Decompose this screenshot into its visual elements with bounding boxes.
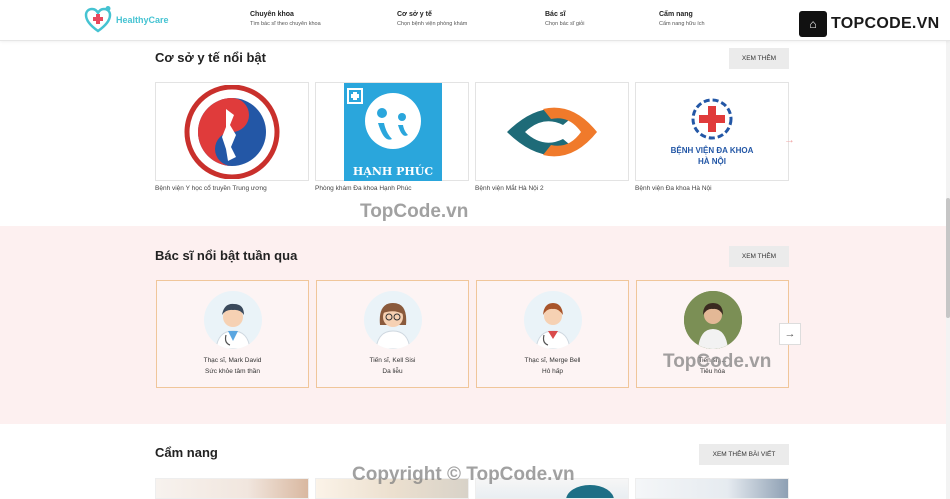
logo-text: HealthyCare: [116, 15, 169, 25]
doctor-card-2[interactable]: Tiến sĩ, Kell Sisi Da liễu: [316, 280, 469, 388]
doctor-card-3[interactable]: Thạc sĩ, Merge Bell Hô hấp: [476, 280, 629, 388]
logo[interactable]: HealthyCare: [83, 4, 169, 36]
heart-stethoscope-icon: [84, 6, 112, 33]
doctor-name-2: Tiến sĩ, Kell Sisi: [369, 357, 416, 364]
hanh-phuc-clinic-logo: HẠNH PHÚC: [344, 83, 442, 181]
handbook-thumbnail-4[interactable]: [635, 478, 789, 499]
facility-name-3[interactable]: Bệnh viện Mắt Hà Nội 2: [475, 185, 544, 192]
topcode-logo-icon: ⌂: [799, 11, 827, 37]
doctors-more-button[interactable]: XEM THÊM: [729, 246, 789, 267]
doctor-avatar-1: [204, 291, 262, 349]
facility-name-1[interactable]: Bệnh viện Y học cổ truyền Trung ương: [155, 185, 267, 192]
doctor-card-1[interactable]: Thạc sĩ, Mark David Sức khỏe tâm thần: [156, 280, 309, 388]
doctor-specialty-3: Hô hấp: [542, 368, 563, 375]
doctor-name-1: Thạc sĩ, Mark David: [203, 357, 262, 364]
topcode-brand: ⌂ TOPCODE.VN: [799, 11, 940, 37]
facility-card-3[interactable]: [475, 82, 629, 181]
handbook-thumbnail-3-shape: [566, 485, 614, 498]
nav-handbook[interactable]: Cẩm nang Cẩm nang hữu ích: [659, 11, 705, 27]
handbook-title: Cẩm nang: [155, 445, 218, 460]
handbook-thumbnail-1[interactable]: [155, 478, 309, 499]
facility-card-4[interactable]: BỆNH VIỆN ĐA KHOA HÀ NỘI: [635, 82, 789, 181]
facility-card-2[interactable]: HẠNH PHÚC: [315, 82, 469, 181]
family-icon: [347, 88, 421, 149]
doctor-avatar-4: [684, 291, 742, 349]
facility-name-4[interactable]: Bệnh viện Đa khoa Hà Nội: [635, 185, 712, 192]
eye-hospital-logo: [507, 107, 597, 156]
facilities-title: Cơ sở y tế nổi bật: [155, 50, 266, 65]
facilities-section: Cơ sở y tế nổi bật XEM THÊM Bệnh viện Y …: [0, 40, 946, 226]
handbook-section: Cẩm nang XEM THÊM BÀI VIẾT: [0, 424, 946, 499]
nav-handbook-title: Cẩm nang: [659, 11, 693, 18]
nav-doctors[interactable]: Bác sĩ Chọn bác sĩ giỏi: [545, 11, 584, 27]
nav-specialty-subtitle: Tìm bác sĩ theo chuyên khoa: [250, 21, 321, 27]
facility-card-1[interactable]: [155, 82, 309, 181]
facilities-next-arrow[interactable]: →: [784, 134, 795, 146]
nav-doctors-title: Bác sĩ: [545, 11, 566, 18]
doctor-name-3: Thạc sĩ, Merge Bell: [524, 357, 581, 364]
traditional-medicine-hospital-logo: [184, 84, 280, 179]
watermark-mid-1: TopCode.vn: [360, 201, 469, 222]
nav-facilities-subtitle: Chọn bệnh viện phòng khám: [397, 21, 468, 27]
nav-doctors-subtitle: Chọn bác sĩ giỏi: [545, 21, 585, 27]
hanoi-hospital-logo-text: BỆNH VIỆN ĐA KHOA HÀ NỘI: [670, 145, 754, 166]
hanh-phuc-logo-text: HẠNH PHÚC: [352, 165, 434, 178]
nav-handbook-subtitle: Cẩm nang hữu ích: [659, 21, 705, 27]
hanoi-general-hospital-logo: [691, 98, 733, 139]
doctor-specialty-2: Da liễu: [382, 368, 403, 375]
watermark-bottom: Copyright © TopCode.vn: [352, 464, 575, 485]
handbook-more-button[interactable]: XEM THÊM BÀI VIẾT: [699, 444, 789, 465]
topcode-brand-text: TOPCODE.VN: [831, 15, 940, 32]
nav-facilities-title: Cơ sở y tế: [397, 11, 432, 18]
facilities-more-button[interactable]: XEM THÊM: [729, 48, 789, 69]
nav-specialty-title: Chuyên khoa: [250, 11, 294, 18]
top-navbar: HealthyCare Chuyên khoa Tìm bác sĩ theo …: [0, 0, 950, 41]
doctor-avatar-3: [524, 291, 582, 349]
doctors-title: Bác sĩ nổi bật tuần qua: [155, 248, 298, 263]
doctors-next-button[interactable]: →: [779, 323, 801, 345]
watermark-mid-2: TopCode.vn: [663, 351, 772, 372]
doctor-specialty-1: Sức khỏe tâm thần: [205, 368, 260, 375]
nav-facilities[interactable]: Cơ sở y tế Chọn bệnh viện phòng khám: [397, 11, 467, 27]
doctor-avatar-2: [364, 291, 422, 349]
page-scrollbar-thumb[interactable]: [946, 198, 950, 318]
doctors-section: Bác sĩ nổi bật tuần qua XEM THÊM Thạc sĩ…: [0, 226, 946, 424]
facility-name-2[interactable]: Phòng khám Đa khoa Hạnh Phúc: [315, 185, 411, 192]
nav-specialty[interactable]: Chuyên khoa Tìm bác sĩ theo chuyên khoa: [250, 11, 321, 27]
